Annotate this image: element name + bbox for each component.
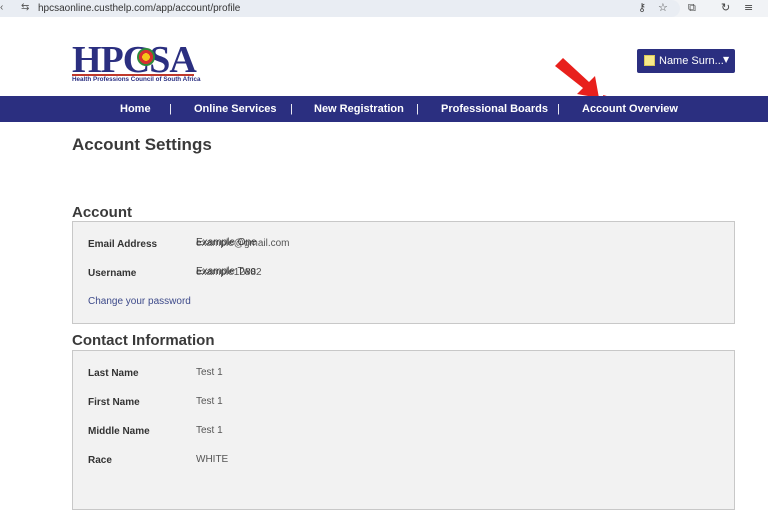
nav-separator: | xyxy=(169,103,172,115)
nav-new-registration[interactable]: New Registration xyxy=(314,103,404,115)
logo-subtitle: Health Professions Council of South Afri… xyxy=(72,76,201,83)
contact-section-title: Contact Information xyxy=(72,332,215,349)
race-label: Race xyxy=(88,455,112,466)
avatar xyxy=(644,55,655,66)
middle-name-label: Middle Name xyxy=(88,426,150,437)
page-title: Account Settings xyxy=(72,135,212,154)
user-menu-button[interactable]: Name Surn... ▼ xyxy=(637,49,735,73)
account-panel: Email Address example@gmail.com Example … xyxy=(72,221,735,324)
user-name: Name Surn... xyxy=(659,55,724,67)
nav-professional-boards[interactable]: Professional Boards xyxy=(441,103,548,115)
nav-separator: | xyxy=(557,103,560,115)
star-icon[interactable]: ☆ xyxy=(658,1,668,14)
last-name-value: Test 1 xyxy=(196,367,223,378)
url-text[interactable]: hpcsaonline.custhelp.com/app/account/pro… xyxy=(38,3,240,14)
last-name-label: Last Name xyxy=(88,368,139,379)
middle-name-value: Test 1 xyxy=(196,425,223,436)
nav-separator: | xyxy=(416,103,419,115)
first-name-label: First Name xyxy=(88,397,140,408)
contact-panel: Last Name Test 1 First Name Test 1 Middl… xyxy=(72,350,735,510)
nav-account-overview[interactable]: Account Overview xyxy=(582,103,678,115)
main-navigation: Home | Online Services | New Registratio… xyxy=(0,96,768,122)
site-settings-icon[interactable]: ⇆ xyxy=(21,2,29,13)
key-icon[interactable]: ⚷ xyxy=(638,1,646,14)
hpcsa-logo[interactable]: HPCSA Health Professions Council of Sout… xyxy=(72,40,201,86)
email-label: Email Address xyxy=(88,239,158,250)
list-icon[interactable]: ≡ xyxy=(744,1,753,14)
username-label: Username xyxy=(88,268,137,279)
refresh-icon[interactable]: ↻ xyxy=(721,1,730,14)
username-overlay: Example Two xyxy=(196,266,256,277)
first-name-value: Test 1 xyxy=(196,396,223,407)
account-section-title: Account xyxy=(72,204,132,221)
nav-separator: | xyxy=(290,103,293,115)
email-overlay: Example One xyxy=(196,237,257,248)
logo-emblem-icon xyxy=(137,48,155,66)
chevron-down-icon: ▼ xyxy=(723,55,730,64)
nav-home[interactable]: Home xyxy=(120,103,151,115)
browser-toolbar: ‹ ⇆ hpcsaonline.custhelp.com/app/account… xyxy=(0,0,768,17)
back-arrow-icon[interactable]: ‹ xyxy=(0,2,3,13)
nav-online-services[interactable]: Online Services xyxy=(194,103,277,115)
race-value: WHITE xyxy=(196,454,229,465)
extension-icon[interactable]: ⧉ xyxy=(688,1,696,15)
change-password-link[interactable]: Change your password xyxy=(88,296,191,307)
